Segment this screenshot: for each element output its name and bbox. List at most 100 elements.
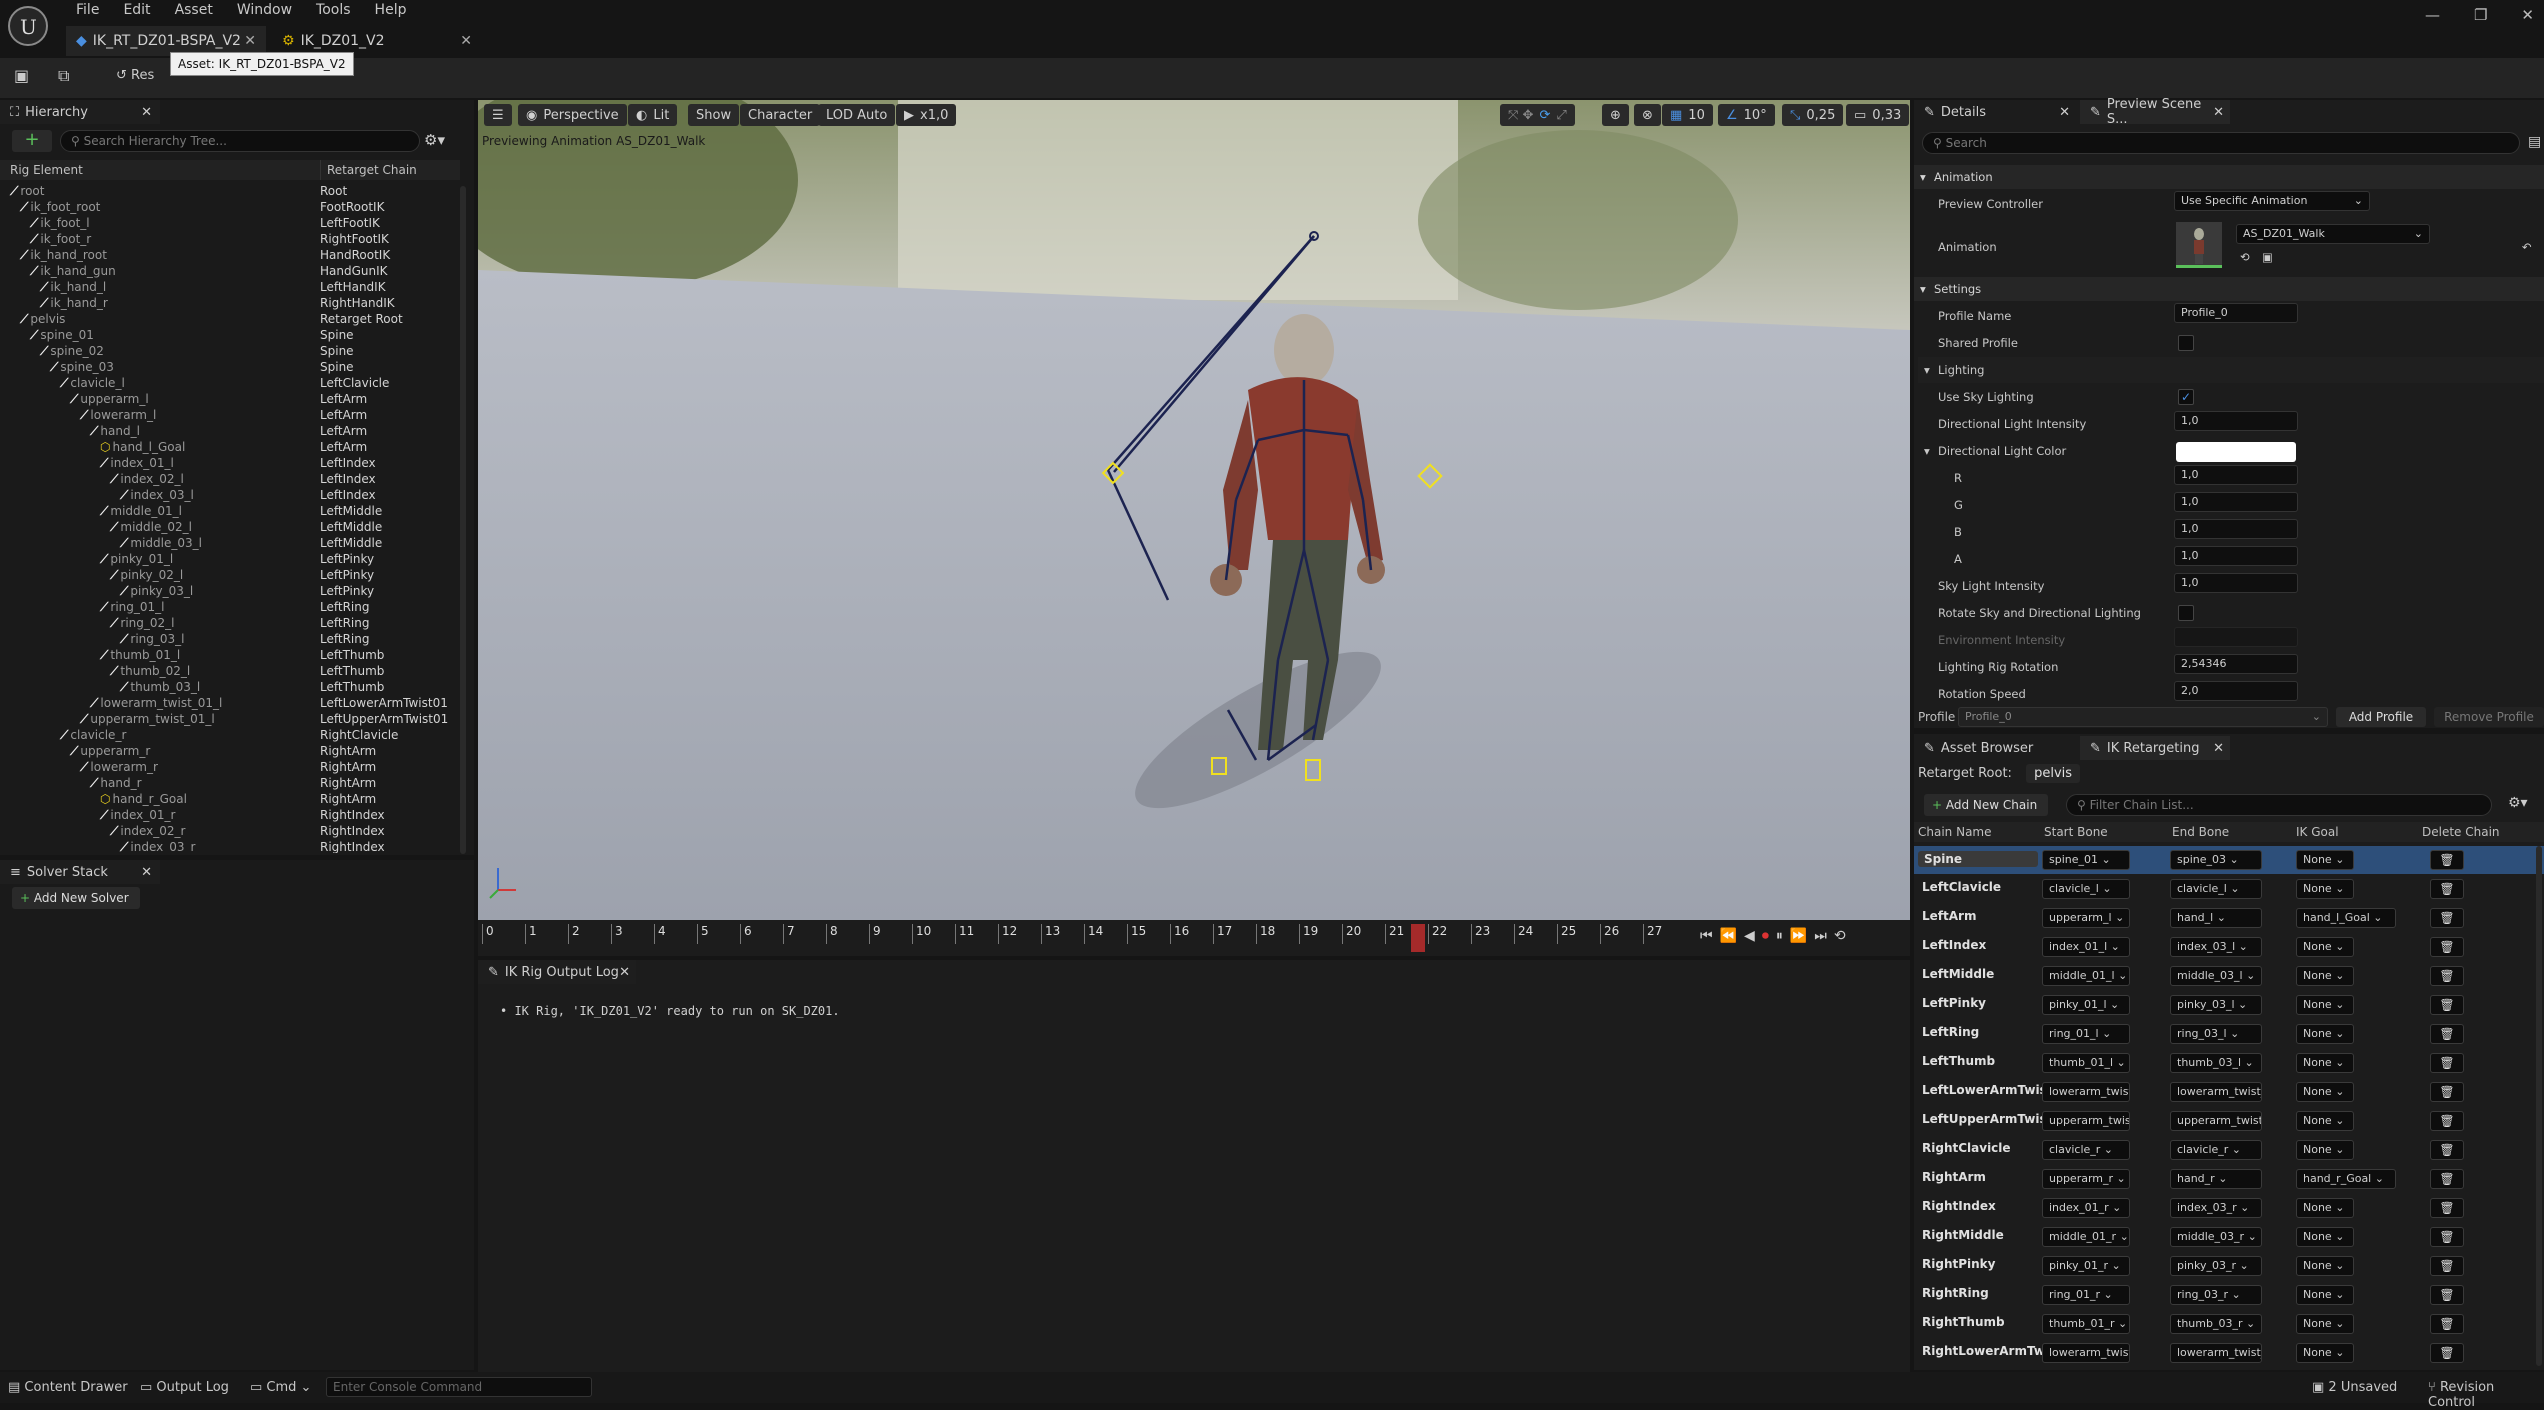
tree-row[interactable]: ⟋ clavicle_r RightClavicle — [0, 727, 460, 743]
start-bone-dropdown[interactable]: spine_01 ⌄ — [2042, 850, 2130, 870]
ik-goal-dropdown[interactable]: None ⌄ — [2296, 1256, 2354, 1276]
camera-speed-button[interactable]: ▭ 0,33 — [1846, 104, 1910, 126]
chain-name-input[interactable]: LeftUpperArmTwist — [1922, 1112, 2042, 1126]
add-chain-button[interactable]: + Add New Chain — [1924, 794, 2048, 816]
perspective-button[interactable]: ◉ Perspective — [518, 104, 627, 126]
close-icon[interactable]: ✕ — [141, 865, 152, 880]
end-bone-dropdown[interactable]: clavicle_r ⌄ — [2170, 1140, 2262, 1160]
delete-chain-button[interactable]: 🗑 — [2430, 937, 2464, 957]
chain-row[interactable]: LeftArm upperarm_l ⌄ hand_l ⌄ hand_l_Goal ⌄… — [1914, 904, 2544, 932]
start-bone-dropdown[interactable]: lowerarm_twist_01_l ⌄ — [2042, 1082, 2130, 1102]
tree-row[interactable]: ⟋ ring_03_l LeftRing — [0, 631, 460, 647]
browse-asset-icon[interactable]: ▣ — [2262, 250, 2273, 264]
scale-snap-button[interactable]: ⤡ 0,25 — [1782, 104, 1844, 126]
tree-row[interactable]: ⟋ ik_hand_root HandRootIK — [0, 247, 460, 263]
tree-row[interactable]: ⟋ thumb_03_l LeftThumb — [0, 679, 460, 695]
chain-row[interactable]: LeftIndex index_01_l ⌄ index_03_l ⌄ None ⌄ 🗑 — [1914, 933, 2544, 961]
tree-row[interactable]: ⟋ root Root — [0, 183, 460, 199]
ik-goal-dropdown[interactable]: None ⌄ — [2296, 995, 2354, 1015]
tree-row[interactable]: ⟋ upperarm_r RightArm — [0, 743, 460, 759]
tree-row[interactable]: ⟋ spine_01 Spine — [0, 327, 460, 343]
section-animation[interactable]: ▾ Animation — [1914, 165, 2544, 189]
chain-name-input[interactable]: LeftPinky — [1922, 996, 2042, 1010]
tree-row[interactable]: ⟋ index_01_l LeftIndex — [0, 455, 460, 471]
preview-controller-dropdown[interactable]: Use Specific Animation ⌄ — [2174, 191, 2370, 211]
play-reverse-icon[interactable]: ◀ — [1744, 928, 1762, 944]
tree-row[interactable]: ⟋ upperarm_twist_01_l LeftUpperArmTwist01 — [0, 711, 460, 727]
tree-row[interactable]: ⟋ upperarm_l LeftArm — [0, 391, 460, 407]
loop-icon[interactable]: ⟲ — [1834, 928, 1853, 944]
ik-goal-dropdown[interactable]: None ⌄ — [2296, 1053, 2354, 1073]
asset-browser-tab[interactable]: ✎ Asset Browser — [1914, 736, 2074, 760]
timeline-playhead[interactable] — [1410, 924, 1425, 952]
tree-row[interactable]: ⟋ ik_hand_r RightHandIK — [0, 295, 460, 311]
chain-row[interactable]: RightArm upperarm_r ⌄ hand_r ⌄ hand_r_Goal … — [1914, 1165, 2544, 1193]
skip-start-icon[interactable]: ⏮ — [1700, 928, 1720, 944]
tree-row[interactable]: ⟋ lowerarm_twist_01_l LeftLowerArmTwist01 — [0, 695, 460, 711]
start-bone-dropdown[interactable]: ring_01_l ⌄ — [2042, 1024, 2130, 1044]
chain-name-input[interactable]: RightRing — [1922, 1286, 2042, 1300]
section-settings[interactable]: ▾ Settings — [1914, 277, 2544, 301]
chain-row[interactable]: LeftClavicle clavicle_l ⌄ clavicle_l ⌄ None… — [1914, 875, 2544, 903]
delete-chain-button[interactable]: 🗑 — [2430, 850, 2464, 870]
menu-asset[interactable]: Asset — [163, 0, 225, 22]
start-bone-dropdown[interactable]: clavicle_r ⌄ — [2042, 1140, 2130, 1160]
dir-color-swatch[interactable] — [2176, 442, 2296, 462]
dir-intensity-input[interactable]: 1,0 — [2174, 411, 2298, 431]
viewport-options-button[interactable]: ☰ — [484, 104, 512, 126]
end-bone-dropdown[interactable]: hand_l ⌄ — [2170, 908, 2262, 928]
end-bone-dropdown[interactable]: ring_03_l ⌄ — [2170, 1024, 2262, 1044]
chain-name-input[interactable]: RightMiddle — [1922, 1228, 2042, 1242]
chain-name-input[interactable]: LeftArm — [1922, 909, 2042, 923]
chain-row[interactable]: RightRing ring_01_r ⌄ ring_03_r ⌄ None ⌄ 🗑 — [1914, 1281, 2544, 1309]
use-asset-icon[interactable]: ⟲ — [2240, 250, 2250, 264]
lod-button[interactable]: LOD Auto — [818, 104, 896, 126]
end-bone-dropdown[interactable]: index_03_r ⌄ — [2170, 1198, 2262, 1218]
chain-row[interactable]: RightPinky pinky_01_r ⌄ pinky_03_r ⌄ None ⌄… — [1914, 1252, 2544, 1280]
chain-row[interactable]: Spine spine_01 ⌄ spine_03 ⌄ None ⌄ 🗑 — [1914, 846, 2544, 874]
chain-row[interactable]: RightClavicle clavicle_r ⌄ clavicle_r ⌄ Non… — [1914, 1136, 2544, 1164]
start-bone-dropdown[interactable]: upperarm_r ⌄ — [2042, 1169, 2130, 1189]
delete-chain-button[interactable]: 🗑 — [2430, 966, 2464, 986]
cmd-dropdown[interactable]: ▭ Cmd ⌄ — [250, 1380, 311, 1395]
ik-goal-dropdown[interactable]: None ⌄ — [2296, 1198, 2354, 1218]
start-bone-dropdown[interactable]: middle_01_r ⌄ — [2042, 1227, 2130, 1247]
menu-file[interactable]: File — [64, 0, 111, 22]
chain-row[interactable]: RightMiddle middle_01_r ⌄ middle_03_r ⌄ Non… — [1914, 1223, 2544, 1251]
delete-chain-button[interactable]: 🗑 — [2430, 1111, 2464, 1131]
delete-chain-button[interactable]: 🗑 — [2430, 1285, 2464, 1305]
close-icon[interactable]: ✕ — [141, 105, 152, 120]
tree-row[interactable]: ⟋ index_01_r RightIndex — [0, 807, 460, 823]
viewport[interactable] — [478, 100, 1910, 920]
tree-row[interactable]: ⟋ thumb_02_l LeftThumb — [0, 663, 460, 679]
ik-goal-dropdown[interactable]: None ⌄ — [2296, 1082, 2354, 1102]
ik-goal-dropdown[interactable]: hand_r_Goal ⌄ — [2296, 1169, 2396, 1189]
tree-row[interactable]: ⟋ ring_02_l LeftRing — [0, 615, 460, 631]
tree-row[interactable]: ⟋ pelvis Retarget Root — [0, 311, 460, 327]
reset-arrow-icon[interactable]: ↶ — [2522, 240, 2532, 254]
tree-row[interactable]: ⟋ lowerarm_r RightArm — [0, 759, 460, 775]
tree-row[interactable]: ⟋ clavicle_l LeftClavicle — [0, 375, 460, 391]
close-window-icon[interactable]: ✕ — [2521, 6, 2534, 24]
animation-thumbnail[interactable] — [2176, 222, 2222, 268]
tree-row[interactable]: ⟋ middle_02_l LeftMiddle — [0, 519, 460, 535]
chain-row[interactable]: LeftUpperArmTwistupperarm_twist_01_l ⌄up… — [1914, 1107, 2544, 1135]
maximize-icon[interactable]: ❐ — [2474, 6, 2487, 24]
row-lighting[interactable]: ▾ Lighting — [1918, 357, 2544, 383]
ik-goal-dropdown[interactable]: None ⌄ — [2296, 1314, 2354, 1334]
chain-name-input[interactable]: RightArm — [1922, 1170, 2042, 1184]
tree-row[interactable]: ⟋ hand_r RightArm — [0, 775, 460, 791]
start-bone-dropdown[interactable]: upperarm_l ⌄ — [2042, 908, 2130, 928]
skip-end-icon[interactable]: ⏭ — [1814, 928, 1834, 944]
tree-row[interactable]: ⟋ pinky_01_l LeftPinky — [0, 551, 460, 567]
tree-row[interactable]: ⟋ middle_01_l LeftMiddle — [0, 503, 460, 519]
show-button[interactable]: Show — [688, 104, 740, 126]
menu-help[interactable]: Help — [363, 0, 419, 22]
delete-chain-button[interactable]: 🗑 — [2430, 1082, 2464, 1102]
ik-retargeting-tab[interactable]: ✎ IK Retargeting ✕ — [2080, 736, 2230, 760]
chain-name-input[interactable]: RightThumb — [1922, 1315, 2042, 1329]
tree-row[interactable]: ⟋ index_02_l LeftIndex — [0, 471, 460, 487]
end-bone-dropdown[interactable]: thumb_03_l ⌄ — [2170, 1053, 2262, 1073]
console-input[interactable]: Enter Console Command — [326, 1377, 592, 1397]
details-view-options-icon[interactable]: ▤ — [2528, 134, 2541, 150]
